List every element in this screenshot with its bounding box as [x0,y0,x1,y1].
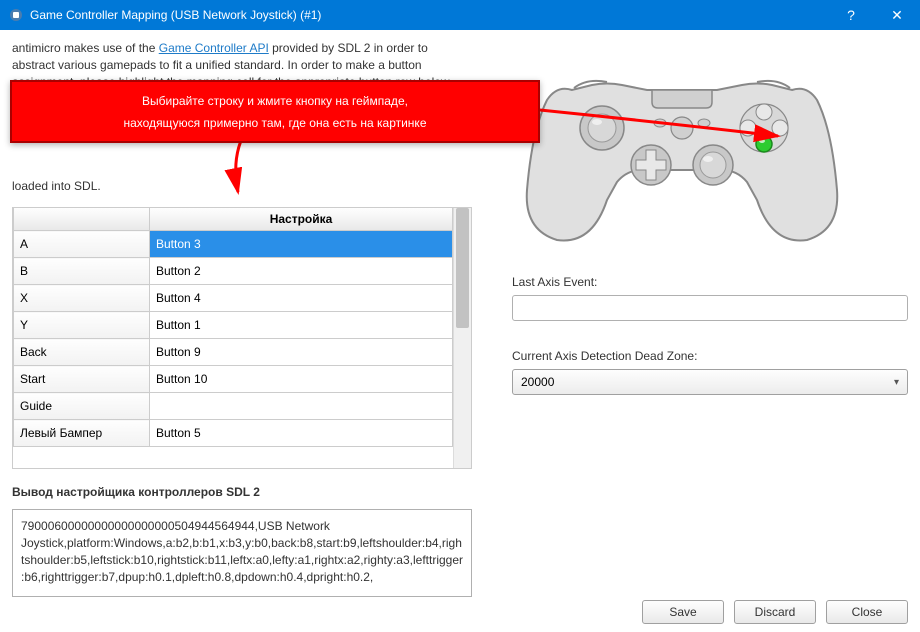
discard-button[interactable]: Discard [734,600,816,624]
app-icon [8,7,24,23]
output-label: Вывод настройщика контроллеров SDL 2 [12,485,472,499]
help-button[interactable]: ? [828,0,874,30]
last-axis-input[interactable] [512,295,908,321]
titlebar: Game Controller Mapping (USB Network Joy… [0,0,920,30]
row-value[interactable] [150,393,453,420]
callout-line1: Выбирайте строку и жмите кнопку на геймп… [142,94,408,108]
callout-line2: находящуюся примерно там, где она есть н… [123,116,426,130]
row-value[interactable]: Button 1 [150,312,453,339]
save-button[interactable]: Save [642,600,724,624]
dialog-buttons: Save Discard Close [642,600,908,624]
mapping-table: Настройка AButton 3BButton 2XButton 4YBu… [13,208,453,447]
dead-zone-combo[interactable]: 20000 [512,369,908,395]
close-button[interactable]: Close [826,600,908,624]
row-label[interactable]: X [14,285,150,312]
row-value[interactable]: Button 2 [150,258,453,285]
row-label[interactable]: Левый Бампер [14,420,150,447]
row-label[interactable]: B [14,258,150,285]
window-title: Game Controller Mapping (USB Network Joy… [30,8,828,22]
row-value[interactable]: Button 3 [150,231,453,258]
row-label[interactable]: A [14,231,150,258]
last-axis-label: Last Axis Event: [512,275,908,289]
row-value[interactable]: Button 4 [150,285,453,312]
table-header-setting[interactable]: Настройка [150,208,453,231]
api-link[interactable]: Game Controller API [159,41,269,55]
row-label[interactable]: Y [14,312,150,339]
controller-image [512,50,852,250]
table-scrollbar[interactable] [453,208,471,468]
row-label[interactable]: Start [14,366,150,393]
table-row[interactable]: Guide [14,393,453,420]
row-value[interactable]: Button 5 [150,420,453,447]
loaded-text: loaded into SDL. [12,179,472,193]
table-row[interactable]: BButton 2 [14,258,453,285]
sdl-output[interactable]: 79000600000000000000000504944564944,USB … [12,509,472,597]
row-label[interactable]: Back [14,339,150,366]
table-row[interactable]: XButton 4 [14,285,453,312]
intro-pre: antimicro makes use of the [12,41,159,55]
row-value[interactable]: Button 10 [150,366,453,393]
row-value[interactable]: Button 9 [150,339,453,366]
table-row[interactable]: Левый БамперButton 5 [14,420,453,447]
table-row[interactable]: StartButton 10 [14,366,453,393]
close-window-button[interactable]: ✕ [874,0,920,30]
dead-zone-value: 20000 [521,375,554,389]
mapping-table-wrap: Настройка AButton 3BButton 2XButton 4YBu… [12,207,472,469]
row-label[interactable]: Guide [14,393,150,420]
instruction-callout: Выбирайте строку и жмите кнопку на геймп… [10,80,540,143]
table-row[interactable]: YButton 1 [14,312,453,339]
table-header-blank[interactable] [14,208,150,231]
table-row[interactable]: AButton 3 [14,231,453,258]
dead-zone-label: Current Axis Detection Dead Zone: [512,349,908,363]
scrollbar-thumb[interactable] [456,208,469,328]
table-row[interactable]: BackButton 9 [14,339,453,366]
